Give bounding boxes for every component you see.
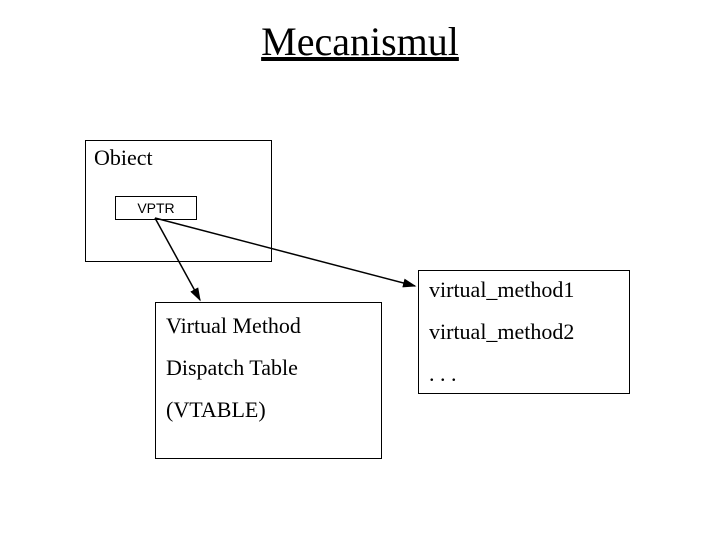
method-1: virtual_method1 bbox=[429, 277, 574, 303]
method-ellipsis: . . . bbox=[429, 361, 457, 387]
vtable-line-1: Virtual Method bbox=[166, 313, 301, 339]
methods-box: virtual_method1 virtual_method2 . . . bbox=[418, 270, 630, 394]
slide-title: Mecanismul bbox=[0, 18, 720, 65]
object-label: Obiect bbox=[94, 145, 153, 171]
vptr-box: VPTR bbox=[115, 196, 197, 220]
vtable-box: Virtual Method Dispatch Table (VTABLE) bbox=[155, 302, 382, 459]
vtable-line-2: Dispatch Table bbox=[166, 355, 298, 381]
vtable-line-3: (VTABLE) bbox=[166, 397, 266, 423]
method-2: virtual_method2 bbox=[429, 319, 574, 345]
